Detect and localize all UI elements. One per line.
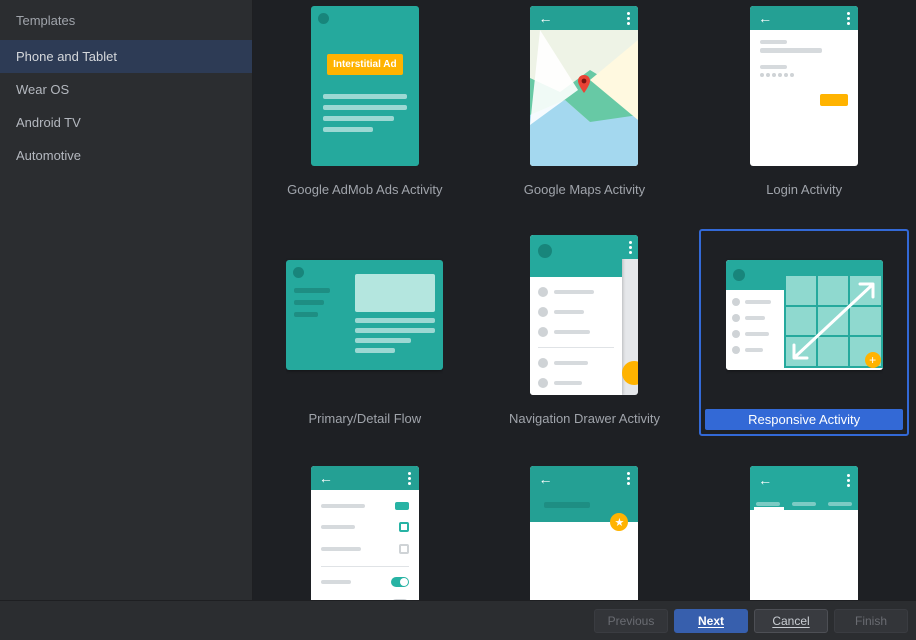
back-arrow-icon: ← (538, 11, 552, 25)
sidebar: Templates Phone and Tablet Wear OS Andro… (0, 0, 253, 600)
template-login[interactable]: ← (699, 0, 909, 205)
template-label: Primary/Detail Flow (308, 409, 421, 428)
wizard-button-bar: Previous Next Cancel Finish (0, 600, 916, 640)
template-label: Navigation Drawer Activity (509, 409, 660, 428)
overflow-menu-icon (627, 472, 630, 485)
overflow-menu-icon (847, 12, 850, 25)
template-thumbnail: ← (750, 6, 858, 166)
sidebar-item-wear-os[interactable]: Wear OS (0, 73, 252, 106)
template-thumbnail (286, 235, 443, 395)
template-label: Google AdMob Ads Activity (287, 180, 442, 199)
previous-button: Previous (594, 609, 668, 633)
finish-button: Finish (834, 609, 908, 633)
template-thumbnail: + (726, 235, 883, 395)
template-thumbnail: ← (530, 6, 638, 166)
overflow-menu-icon (629, 241, 632, 254)
template-primary-detail[interactable]: Primary/Detail Flow (260, 229, 470, 436)
back-arrow-icon: ← (319, 471, 333, 485)
template-tabbed[interactable]: ← (699, 460, 909, 600)
back-arrow-icon: ← (538, 472, 552, 486)
template-admob[interactable]: Interstitial Ad Google AdMob Ads Activit… (260, 0, 470, 205)
overflow-menu-icon (627, 12, 630, 25)
map-preview-icon (530, 30, 638, 166)
template-thumbnail: ← (311, 466, 419, 600)
resize-arrow-icon (790, 280, 877, 362)
template-nav-drawer[interactable]: Navigation Drawer Activity (479, 229, 689, 436)
cancel-button[interactable]: Cancel (754, 609, 828, 633)
sidebar-item-phone-tablet[interactable]: Phone and Tablet (0, 40, 252, 73)
template-label: Google Maps Activity (524, 180, 645, 199)
template-label: Responsive Activity (705, 409, 903, 430)
template-responsive[interactable]: + Responsive Activity (699, 229, 909, 436)
sidebar-item-android-tv[interactable]: Android TV (0, 106, 252, 139)
template-thumbnail: ← ★ (530, 466, 638, 600)
sidebar-header: Templates (0, 0, 252, 40)
back-arrow-icon: ← (758, 11, 772, 25)
next-button[interactable]: Next (674, 609, 748, 633)
template-maps[interactable]: ← (479, 0, 689, 205)
template-thumbnail: ← (750, 466, 858, 600)
template-label: Login Activity (766, 180, 842, 199)
template-thumbnail (530, 235, 638, 395)
back-arrow-icon: ← (758, 472, 772, 488)
sidebar-item-automotive[interactable]: Automotive (0, 139, 252, 172)
overflow-menu-icon (847, 474, 850, 487)
template-grid: Interstitial Ad Google AdMob Ads Activit… (253, 0, 916, 600)
template-settings[interactable]: ← (260, 460, 470, 600)
template-scrolling[interactable]: ← ★ (479, 460, 689, 600)
template-thumbnail: Interstitial Ad (311, 6, 419, 166)
overflow-menu-icon (408, 472, 411, 485)
